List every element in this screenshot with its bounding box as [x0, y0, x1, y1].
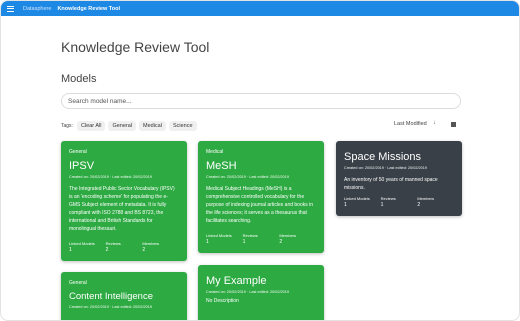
- card-dates: Created on: 20/02/2019 · Last edited: 20…: [69, 175, 152, 179]
- menu-icon[interactable]: [7, 5, 14, 12]
- stat-value: 2: [142, 247, 146, 253]
- card-category: General: [69, 280, 87, 286]
- stat-label: Reviews: [380, 196, 396, 201]
- model-card-space-missions[interactable]: Space Missions Created on: 20/02/2019 · …: [336, 141, 462, 216]
- card-dates: Created on: 20/02/2019 · Last edited: 20…: [344, 166, 427, 170]
- stat-label: Members: [142, 241, 160, 246]
- stat-label: Members: [279, 233, 297, 238]
- stat-reviews: Reviews 1: [243, 233, 280, 245]
- stat-reviews: Reviews 1: [381, 196, 418, 208]
- card-dates: Created on: 20/02/2019 · Last edited: 20…: [206, 290, 289, 294]
- stat-members: Members 2: [279, 233, 316, 245]
- card-category: Medical: [206, 149, 224, 155]
- card-title: Space Missions: [344, 151, 422, 163]
- card-dates: Created on: 20/02/2019 · Last edited: 20…: [206, 175, 289, 179]
- stat-linked-models: Linked Models 1: [69, 241, 106, 253]
- card-stats: Linked Models 1 Reviews 2 Members 2: [69, 241, 179, 253]
- tag-clear-all[interactable]: Clear All: [76, 121, 106, 131]
- stat-label: Linked Models: [69, 241, 95, 246]
- tag-medical[interactable]: Medical: [139, 121, 166, 131]
- model-card-ipsv[interactable]: General IPSV Created on: 20/02/2019 · La…: [61, 141, 187, 261]
- stat-value: 1: [380, 202, 384, 208]
- stat-label: Reviews: [105, 241, 121, 246]
- stat-label: Linked Models: [206, 233, 232, 238]
- stat-members: Members 2: [417, 196, 454, 208]
- card-description: Medical Subject Headings (MeSH) is a com…: [206, 186, 314, 224]
- top-bar: Datasphere Knowledge Review Tool: [1, 1, 519, 16]
- breadcrumb[interactable]: Datasphere: [23, 6, 51, 12]
- card-stats: Linked Models 1 Reviews 1 Members 2: [206, 233, 316, 245]
- tags-label: Tags:: [61, 123, 73, 129]
- card-title: Content Intelligence: [69, 291, 153, 302]
- tag-science[interactable]: Science: [168, 121, 197, 131]
- stat-linked-models: Linked Models 1: [206, 233, 243, 245]
- stat-reviews: Reviews 2: [106, 241, 143, 253]
- search-input[interactable]: [61, 93, 461, 109]
- stat-linked-models: Linked Models 1: [344, 196, 381, 208]
- card-description: No Description: [206, 298, 239, 304]
- model-card-my-example[interactable]: My Example Created on: 20/02/2019 · Last…: [198, 265, 324, 320]
- card-stats: Linked Models 1 Reviews 1 Members 2: [344, 196, 454, 208]
- tag-filter-bar: Tags: Clear All General Medical Science: [61, 121, 200, 131]
- card-description: An inventory of 50 years of manned space…: [344, 177, 438, 191]
- model-card-mesh[interactable]: Medical MeSH Created on: 20/02/2019 · La…: [198, 141, 324, 253]
- grid-view-icon[interactable]: [451, 122, 456, 127]
- app-window: Datasphere Knowledge Review Tool Knowled…: [0, 0, 520, 321]
- card-category: General: [69, 149, 87, 155]
- stat-members: Members 2: [142, 241, 179, 253]
- section-title: Models: [61, 73, 97, 85]
- sort-select[interactable]: Last Modified: [394, 121, 427, 127]
- stat-value: 1: [242, 239, 246, 245]
- card-title: My Example: [206, 275, 267, 287]
- stat-label: Members: [417, 196, 435, 201]
- stat-label: Linked Models: [344, 196, 370, 201]
- card-description: The Integrated Public Sector Vocabulary …: [69, 186, 175, 232]
- card-dates: Created on: 20/02/2019 · Last edited: 20…: [69, 305, 152, 309]
- stat-value: 1: [206, 239, 209, 245]
- tag-general[interactable]: General: [108, 121, 137, 131]
- page-title: Knowledge Review Tool: [61, 39, 210, 55]
- stat-label: Reviews: [242, 233, 258, 238]
- stat-value: 2: [279, 239, 283, 245]
- card-title: IPSV: [69, 160, 95, 172]
- app-title: Knowledge Review Tool: [57, 5, 120, 12]
- stat-value: 1: [69, 247, 72, 253]
- sort-direction-icon[interactable]: ↓: [433, 120, 436, 126]
- model-card-content-intelligence[interactable]: General Content Intelligence Created on:…: [61, 272, 187, 320]
- card-title: MeSH: [206, 160, 237, 172]
- stat-value: 2: [417, 202, 421, 208]
- stat-value: 2: [105, 247, 109, 253]
- stat-value: 1: [344, 202, 347, 208]
